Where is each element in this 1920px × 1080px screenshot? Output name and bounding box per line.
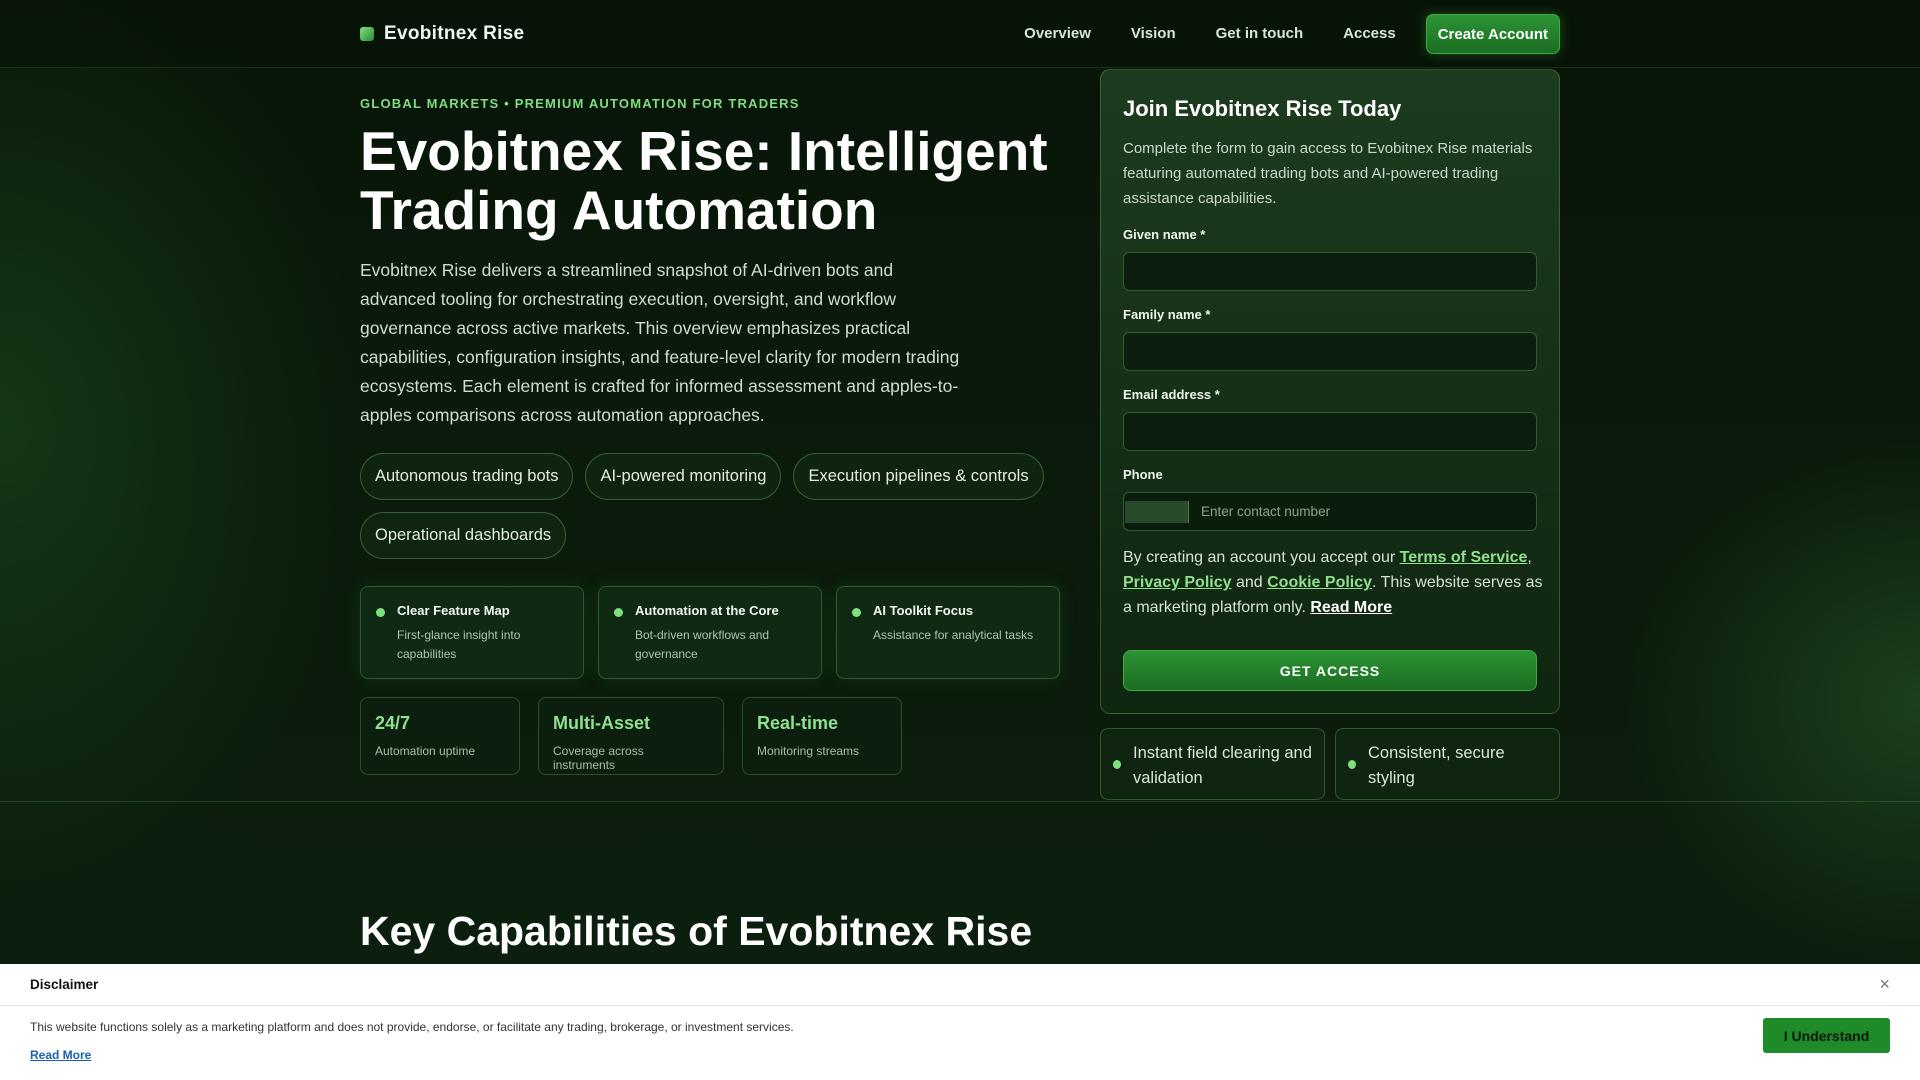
nav-link-get-in-touch[interactable]: Get in touch xyxy=(1196,14,1324,54)
brand-square-icon xyxy=(360,27,374,41)
stat-card: 24/7 Automation uptime xyxy=(360,697,520,775)
feature-card: AI Toolkit Focus Assistance for analytic… xyxy=(836,586,1060,679)
chip-autonomous-trading-bots: Autonomous trading bots xyxy=(360,453,574,500)
chip-ai-powered-monitoring: AI-powered monitoring xyxy=(585,453,782,500)
i-understand-button[interactable]: I Understand xyxy=(1763,1018,1890,1053)
feature-chips: Autonomous trading bots AI-powered monit… xyxy=(360,453,1060,559)
stat-label: Coverage across instruments xyxy=(553,744,644,772)
given-name-field[interactable] xyxy=(1123,252,1537,291)
brand[interactable]: Evobitnex Rise xyxy=(360,23,524,45)
close-icon[interactable]: × xyxy=(1879,974,1890,995)
read-more-link[interactable]: Read More xyxy=(1310,599,1392,616)
hero-eyebrow: GLOBAL MARKETS • PREMIUM AUTOMATION FOR … xyxy=(360,96,800,111)
bullet-dot-icon xyxy=(614,608,623,617)
feature-subtitle: Assistance for analytical tasks xyxy=(873,628,1034,642)
benefit-text: Instant field clearing and validation xyxy=(1133,744,1312,787)
feature-title: Automation at the Core xyxy=(635,603,779,618)
and-text: and xyxy=(1231,574,1268,591)
nav-link-vision[interactable]: Vision xyxy=(1111,14,1196,54)
stat-value: Real-time xyxy=(757,713,839,733)
bullet-dot-icon xyxy=(1348,760,1356,769)
hero-description: Evobitnex Rise delivers a streamlined sn… xyxy=(360,260,960,425)
terms-comma: , xyxy=(1527,549,1532,566)
benefit-card: Consistent, secure styling xyxy=(1335,728,1560,800)
bullet-dot-icon xyxy=(1113,760,1121,769)
section-title: Key Capabilities of Evobitnex Rise xyxy=(360,908,1033,954)
disclaimer-text: This website functions solely as a marke… xyxy=(30,1020,794,1034)
site-header: Evobitnex Rise Overview Vision Get in to… xyxy=(0,0,1920,68)
stat-cards: 24/7 Automation uptime Multi-Asset Cover… xyxy=(360,697,902,775)
feature-cards: Clear Feature Map First-glance insight i… xyxy=(360,586,1060,679)
chip-operational-dashboards: Operational dashboards xyxy=(360,512,567,559)
email-label: Email address * xyxy=(1123,387,1220,402)
disclaimer-header: Disclaimer × xyxy=(0,964,1920,1006)
bullet-dot-icon xyxy=(852,608,861,617)
terms-text: By creating an account you accept our Te… xyxy=(1123,545,1543,620)
stat-value: 24/7 xyxy=(375,713,411,733)
feature-title: AI Toolkit Focus xyxy=(873,603,974,618)
cookie-policy-link[interactable]: Cookie Policy xyxy=(1267,574,1372,591)
given-name-label: Given name * xyxy=(1123,227,1206,242)
family-name-label: Family name * xyxy=(1123,307,1211,322)
terms-of-service-link[interactable]: Terms of Service xyxy=(1400,549,1528,566)
signup-form-card: Join Evobitnex Rise Today Complete the f… xyxy=(1100,69,1560,714)
stat-label: Automation uptime xyxy=(375,744,476,758)
form-title: Join Evobitnex Rise Today xyxy=(1123,96,1402,121)
disclaimer-title: Disclaimer xyxy=(30,977,99,992)
hero-title: Evobitnex Rise: Intelligent Trading Auto… xyxy=(360,120,1048,241)
brand-name: Evobitnex Rise xyxy=(384,23,525,44)
disclaimer-read-more-link[interactable]: Read More xyxy=(30,1048,91,1062)
stat-card: Multi-Asset Coverage across instruments xyxy=(538,697,724,775)
feature-title: Clear Feature Map xyxy=(397,603,510,618)
stat-card: Real-time Monitoring streams xyxy=(742,697,902,775)
terms-prefix: By creating an account you accept our xyxy=(1123,549,1400,566)
email-field[interactable] xyxy=(1123,412,1537,451)
main-nav: Overview Vision Get in touch Access Crea… xyxy=(1004,14,1560,54)
get-access-button[interactable]: GET ACCESS xyxy=(1123,650,1537,691)
benefit-text: Consistent, secure styling xyxy=(1368,744,1505,787)
privacy-policy-link[interactable]: Privacy Policy xyxy=(1123,574,1232,591)
landing-page: Evobitnex Rise Overview Vision Get in to… xyxy=(0,0,1920,1080)
family-name-field[interactable] xyxy=(1123,332,1537,371)
nav-link-access[interactable]: Access xyxy=(1323,14,1416,54)
phone-field[interactable]: Enter contact number xyxy=(1123,492,1537,531)
stat-label: Monitoring streams xyxy=(757,744,860,758)
feature-subtitle: First-glance insight into capabilities xyxy=(397,628,521,661)
disclaimer-banner: Disclaimer × This website functions sole… xyxy=(0,964,1920,1080)
phone-placeholder: Enter contact number xyxy=(1201,504,1331,519)
phone-label: Phone xyxy=(1123,467,1163,482)
form-description: Complete the form to gain access to Evob… xyxy=(1123,140,1533,207)
feature-subtitle: Bot-driven workflows and governance xyxy=(635,628,770,661)
bullet-dot-icon xyxy=(376,608,385,617)
stat-value: Multi-Asset xyxy=(553,713,651,733)
chip-execution-pipelines: Execution pipelines & controls xyxy=(793,453,1044,500)
form-benefit-cards: Instant field clearing and validation Co… xyxy=(1100,728,1560,800)
feature-card: Clear Feature Map First-glance insight i… xyxy=(360,586,584,679)
section-divider xyxy=(0,801,1920,802)
nav-link-overview[interactable]: Overview xyxy=(1004,14,1111,54)
feature-card: Automation at the Core Bot-driven workfl… xyxy=(598,586,822,679)
benefit-card: Instant field clearing and validation xyxy=(1100,728,1325,800)
create-account-button[interactable]: Create Account xyxy=(1425,14,1560,54)
country-code-select[interactable] xyxy=(1125,500,1189,523)
